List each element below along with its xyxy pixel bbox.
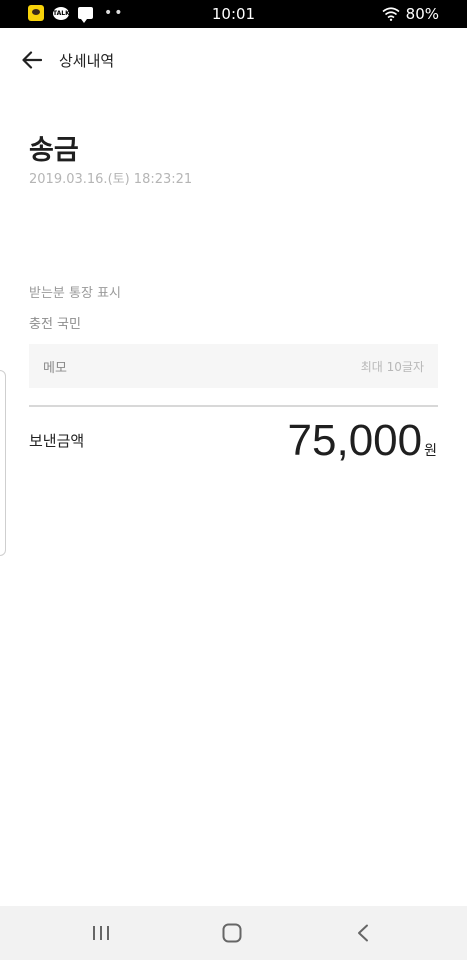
sent-amount: 75,000 원 [288,416,437,466]
home-icon [222,923,242,943]
transaction-type: 송금 [29,135,79,166]
amount-label: 보낸금액 [29,432,85,450]
divider [29,405,438,407]
receiver-value: 충전 국민 [29,317,81,332]
home-button[interactable] [217,919,247,947]
edge-panel-handle[interactable] [0,370,6,556]
receiver-label: 받는분 통장 표시 [29,286,121,301]
amount-unit: 원 [424,443,437,459]
memo-input[interactable]: 메모 최대 10글자 [29,344,438,388]
amount-value: 75,000 [287,416,423,465]
wifi-icon [382,7,400,21]
system-back-button[interactable] [348,919,378,947]
recent-apps-button[interactable] [86,919,116,947]
memo-label: 메모 [43,360,67,376]
arrow-left-icon [22,51,42,69]
status-bar: TALK •• 10:01 80% [0,0,467,28]
memo-hint: 최대 10글자 [360,359,424,374]
app-bar: 상세내역 [0,28,467,92]
recent-apps-icon [93,926,109,940]
transaction-datetime: 2019.03.16.(토) 18:23:21 [29,172,193,187]
back-icon [358,924,368,942]
back-button[interactable] [14,42,50,78]
status-right: 80% [382,5,439,23]
battery-percent: 80% [405,5,439,23]
system-nav-bar [0,906,467,960]
page-title: 상세내역 [59,52,115,70]
